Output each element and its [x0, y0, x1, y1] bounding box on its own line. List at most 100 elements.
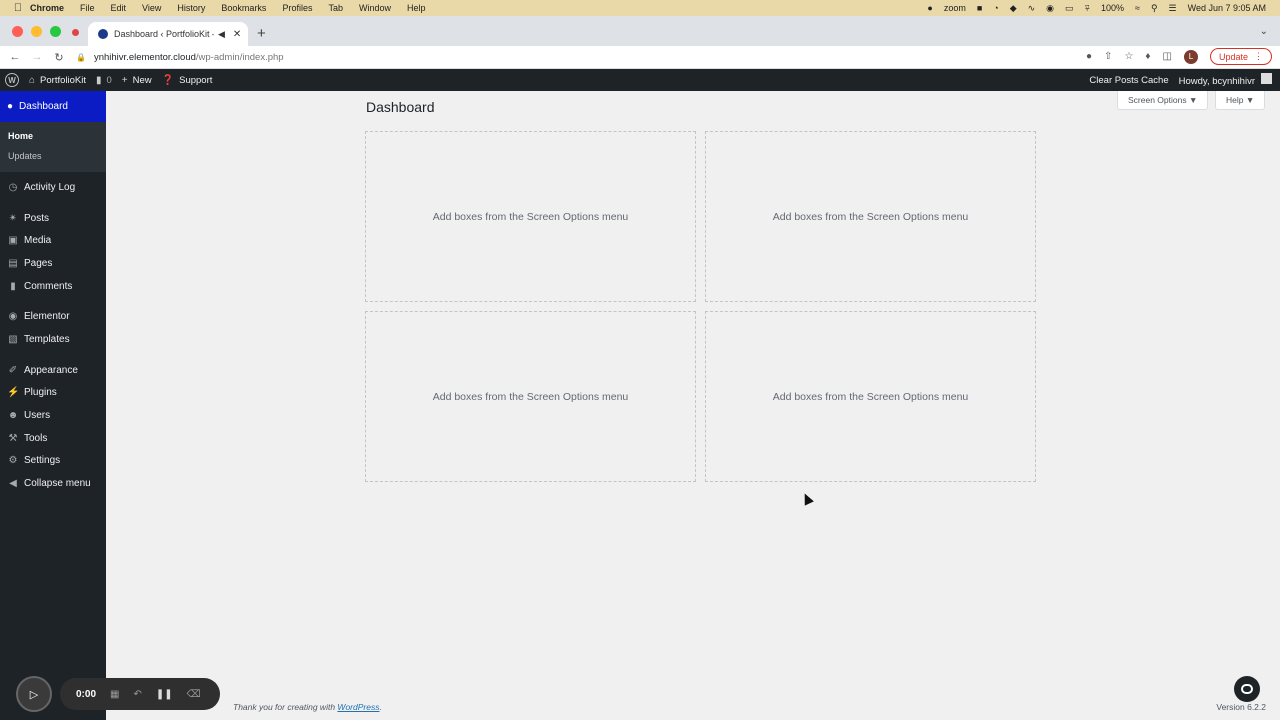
collapse-menu-button[interactable]: ◀ Collapse menu [0, 472, 106, 495]
sidebar-item-label: Posts [24, 212, 50, 224]
update-chrome-button[interactable]: Update ⋮ [1209, 48, 1272, 65]
sidebar-item-media[interactable]: ▣ Media [0, 229, 106, 252]
sidebar-item-posts[interactable]: ✴ Posts [0, 207, 106, 230]
recording-controls: 0:00 ▦ ↶ ❚❚ ⌫ [60, 678, 220, 710]
tab-search-icon[interactable]: ⌄ [1260, 26, 1268, 37]
menu-help[interactable]: Help [407, 3, 426, 13]
sidebar-item-appearance[interactable]: ✐ Appearance [0, 359, 106, 382]
submenu-home[interactable]: Home [0, 126, 106, 146]
zoom-status[interactable]: zoom [944, 3, 966, 13]
widget-placeholder: Add boxes from the Screen Options menu [432, 390, 629, 403]
sidebar-item-settings[interactable]: ⚙ Settings [0, 450, 106, 473]
search-icon[interactable]: ⚲ [1151, 3, 1158, 14]
side-panel-icon[interactable]: ◫ [1163, 51, 1172, 62]
note-icon[interactable]: ■ [977, 3, 982, 13]
share-icon[interactable]: ⇧ [1104, 51, 1112, 62]
wifi-icon[interactable]: ≈ [1135, 3, 1140, 13]
display-icon[interactable]: ▭ [1065, 3, 1074, 14]
menu-bookmarks[interactable]: Bookmarks [221, 3, 266, 13]
microphone-icon[interactable]: ● [927, 3, 932, 13]
battery-label[interactable]: 100% [1101, 3, 1124, 13]
help-button[interactable]: Help ▼ [1215, 91, 1266, 110]
minimize-window-button[interactable] [31, 26, 42, 37]
close-window-button[interactable] [12, 26, 23, 37]
sidebar-item-plugins[interactable]: ⚡ Plugins [0, 382, 106, 405]
sidebar-item-comments[interactable]: ▮ Comments [0, 275, 106, 298]
submenu-updates[interactable]: Updates [0, 146, 106, 166]
trash-icon[interactable]: ⌫ [187, 689, 201, 700]
new-tab-button[interactable]: + [257, 25, 266, 42]
menu-tab[interactable]: Tab [328, 3, 343, 13]
extensions-icon[interactable]: ♦ [1145, 51, 1150, 62]
clear-posts-cache-link[interactable]: Clear Posts Cache [1089, 75, 1168, 86]
media-icon: ▣ [8, 235, 18, 247]
comments-link[interactable]: ▮ 0 [96, 69, 112, 91]
support-link[interactable]: ❓ Support [162, 69, 213, 91]
url-path: /wp-admin/index.php [195, 52, 284, 63]
menu-view[interactable]: View [142, 3, 161, 13]
control-center-icon[interactable]: ☰ [1169, 3, 1177, 14]
howdy-user-link[interactable]: Howdy, bcynhihivr [1179, 73, 1272, 87]
close-tab-icon[interactable]: ✕ [233, 29, 241, 40]
new-content-link[interactable]: + New [122, 69, 152, 91]
wordpress-link[interactable]: WordPress [337, 702, 379, 712]
sidebar-item-pages[interactable]: ▤ Pages [0, 252, 106, 275]
pause-icon[interactable]: ❚❚ [156, 689, 173, 700]
audio-icon[interactable]: ◀ [218, 29, 225, 40]
grid-icon[interactable]: ▦ [110, 689, 119, 700]
browser-tabstrip: Dashboard ‹ PortfolioKit — ◀ ✕ + ⌄ [0, 16, 1280, 46]
reload-icon[interactable]: ↻ [52, 50, 66, 64]
menu-window[interactable]: Window [359, 3, 391, 13]
menu-file[interactable]: File [80, 3, 95, 13]
record-icon[interactable]: ◉ [1046, 3, 1054, 14]
dashboard-widget-area-1[interactable]: Add boxes from the Screen Options menu [365, 131, 696, 302]
toolbar-actions: ● ⇧ ☆ ♦ ◫ L Update ⋮ [1086, 48, 1272, 65]
extension-icon[interactable]: ◆ [1010, 3, 1017, 14]
menu-chrome[interactable]: Chrome [30, 3, 64, 13]
address-bar[interactable]: 🔒 ynhihivr.elementor.cloud/wp-admin/inde… [76, 49, 1086, 66]
bluetooth-icon[interactable]: ⍫ [1085, 3, 1090, 14]
maximize-window-button[interactable] [50, 26, 61, 37]
dashboard-icon: ● [7, 101, 14, 112]
sidebar-item-templates[interactable]: ▧ Templates [0, 328, 106, 351]
pin-icon: ✴ [8, 212, 18, 224]
sidebar-item-label: Media [24, 235, 52, 247]
menu-edit[interactable]: Edit [111, 3, 127, 13]
site-name-link[interactable]: ⌂ PortfolioKit [29, 69, 86, 91]
timer-icon[interactable]: ◔ [993, 3, 998, 13]
comments-count: 0 [106, 74, 112, 86]
mic-permission-icon[interactable]: ● [1086, 51, 1092, 62]
browser-tab-active[interactable]: Dashboard ‹ PortfolioKit — ◀ ✕ [88, 22, 248, 46]
new-label: New [132, 74, 152, 86]
profile-avatar[interactable]: L [1183, 49, 1198, 64]
brush-icon: ✐ [8, 364, 18, 376]
screen-options-button[interactable]: Screen Options ▼ [1117, 91, 1209, 110]
dashboard-widget-area-2[interactable]: Add boxes from the Screen Options menu [705, 131, 1036, 302]
bookmark-star-icon[interactable]: ☆ [1124, 51, 1133, 62]
footer-thanks-suffix: . [379, 702, 382, 712]
sidebar-item-activity-log[interactable]: ◷ Activity Log [0, 176, 106, 199]
back-icon[interactable]: ← [8, 50, 22, 64]
footer-version: Version 6.2.2 [1216, 702, 1266, 712]
dashboard-widget-area-4[interactable]: Add boxes from the Screen Options menu [705, 311, 1036, 482]
pen-icon[interactable]: ∿ [1028, 3, 1036, 14]
sidebar-item-tools[interactable]: ⚒ Tools [0, 427, 106, 450]
site-name: PortfolioKit [40, 74, 86, 86]
home-icon: ⌂ [29, 74, 36, 86]
wordpress-logo-icon[interactable]: W [5, 73, 19, 87]
chat-support-button[interactable] [1234, 676, 1260, 702]
clock-datetime[interactable]: Wed Jun 7 9:05 AM [1188, 3, 1266, 13]
forward-icon[interactable]: → [30, 50, 44, 64]
camera-toggle-button[interactable]: ▷ [16, 676, 52, 712]
menu-history[interactable]: History [177, 3, 205, 13]
sidebar-item-elementor[interactable]: ◉ Elementor [0, 305, 106, 328]
sidebar-item-dashboard[interactable]: ● Dashboard [0, 91, 106, 122]
sidebar-item-users[interactable]: ☻ Users [0, 404, 106, 427]
menu-profiles[interactable]: Profiles [282, 3, 312, 13]
elementor-icon: ◉ [8, 311, 18, 323]
apple-logo-icon[interactable]:  [12, 2, 24, 14]
settings-icon: ⚙ [8, 455, 18, 467]
dashboard-widget-area-3[interactable]: Add boxes from the Screen Options menu [365, 311, 696, 482]
lock-icon[interactable]: 🔒 [76, 53, 86, 62]
undo-icon[interactable]: ↶ [133, 689, 141, 700]
